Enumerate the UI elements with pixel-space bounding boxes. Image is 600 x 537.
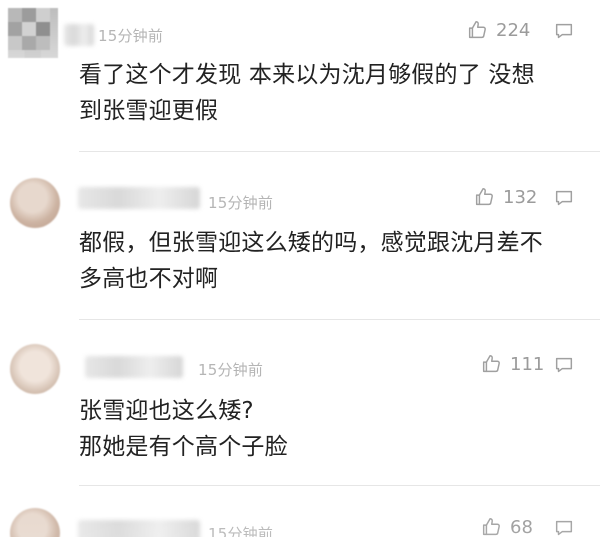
speech-bubble-icon xyxy=(555,23,573,39)
username-redacted[interactable] xyxy=(85,356,183,378)
speech-bubble-icon xyxy=(555,190,573,206)
comment-item: 15分钟前 68 xyxy=(0,486,600,537)
thumbs-up-icon xyxy=(468,21,486,39)
thumbs-up-icon xyxy=(482,355,500,373)
like-button[interactable]: 111 xyxy=(480,353,544,375)
reply-button[interactable] xyxy=(553,20,575,42)
comment-list: 15分钟前 224 看了这个才发现 本来以为沈月够假的了 没想 到张雪迎更假 1… xyxy=(0,0,600,537)
thumbs-up-icon xyxy=(475,188,493,206)
comment-text: 张雪迎也这么矮? 那她是有个高个子脸 xyxy=(79,398,288,460)
username-redacted[interactable] xyxy=(78,187,200,209)
like-count: 224 xyxy=(496,19,531,41)
comment-item: 15分钟前 111 张雪迎也这么矮? 那她是有个高个子脸 xyxy=(0,320,600,486)
comment-item: 15分钟前 224 看了这个才发现 本来以为沈月够假的了 没想 到张雪迎更假 xyxy=(0,0,600,152)
avatar[interactable] xyxy=(8,8,58,58)
avatar[interactable] xyxy=(10,344,60,394)
username-redacted[interactable] xyxy=(64,24,94,46)
reply-button[interactable] xyxy=(553,187,575,209)
avatar[interactable] xyxy=(10,178,60,228)
like-button[interactable]: 132 xyxy=(473,186,537,208)
reply-button[interactable] xyxy=(553,517,575,537)
like-count: 132 xyxy=(503,186,538,208)
reply-button[interactable] xyxy=(553,354,575,376)
like-button[interactable]: 68 xyxy=(480,516,533,537)
avatar[interactable] xyxy=(10,508,60,537)
comment-text: 都假，但张雪迎这么矮的吗，感觉跟沈月差不 多高也不对啊 xyxy=(79,230,543,292)
like-count: 111 xyxy=(510,353,545,375)
timestamp: 15分钟前 xyxy=(208,194,274,212)
like-count: 68 xyxy=(510,516,533,537)
timestamp: 15分钟前 xyxy=(198,361,264,379)
timestamp: 15分钟前 xyxy=(208,525,274,537)
speech-bubble-icon xyxy=(555,357,573,373)
like-button[interactable]: 224 xyxy=(466,19,530,41)
username-redacted[interactable] xyxy=(78,520,200,537)
timestamp: 15分钟前 xyxy=(98,27,164,45)
thumbs-up-icon xyxy=(482,518,500,536)
speech-bubble-icon xyxy=(555,520,573,536)
comment-text: 看了这个才发现 本来以为沈月够假的了 没想 到张雪迎更假 xyxy=(79,62,535,124)
comment-item: 15分钟前 132 都假，但张雪迎这么矮的吗，感觉跟沈月差不 多高也不对啊 xyxy=(0,152,600,320)
